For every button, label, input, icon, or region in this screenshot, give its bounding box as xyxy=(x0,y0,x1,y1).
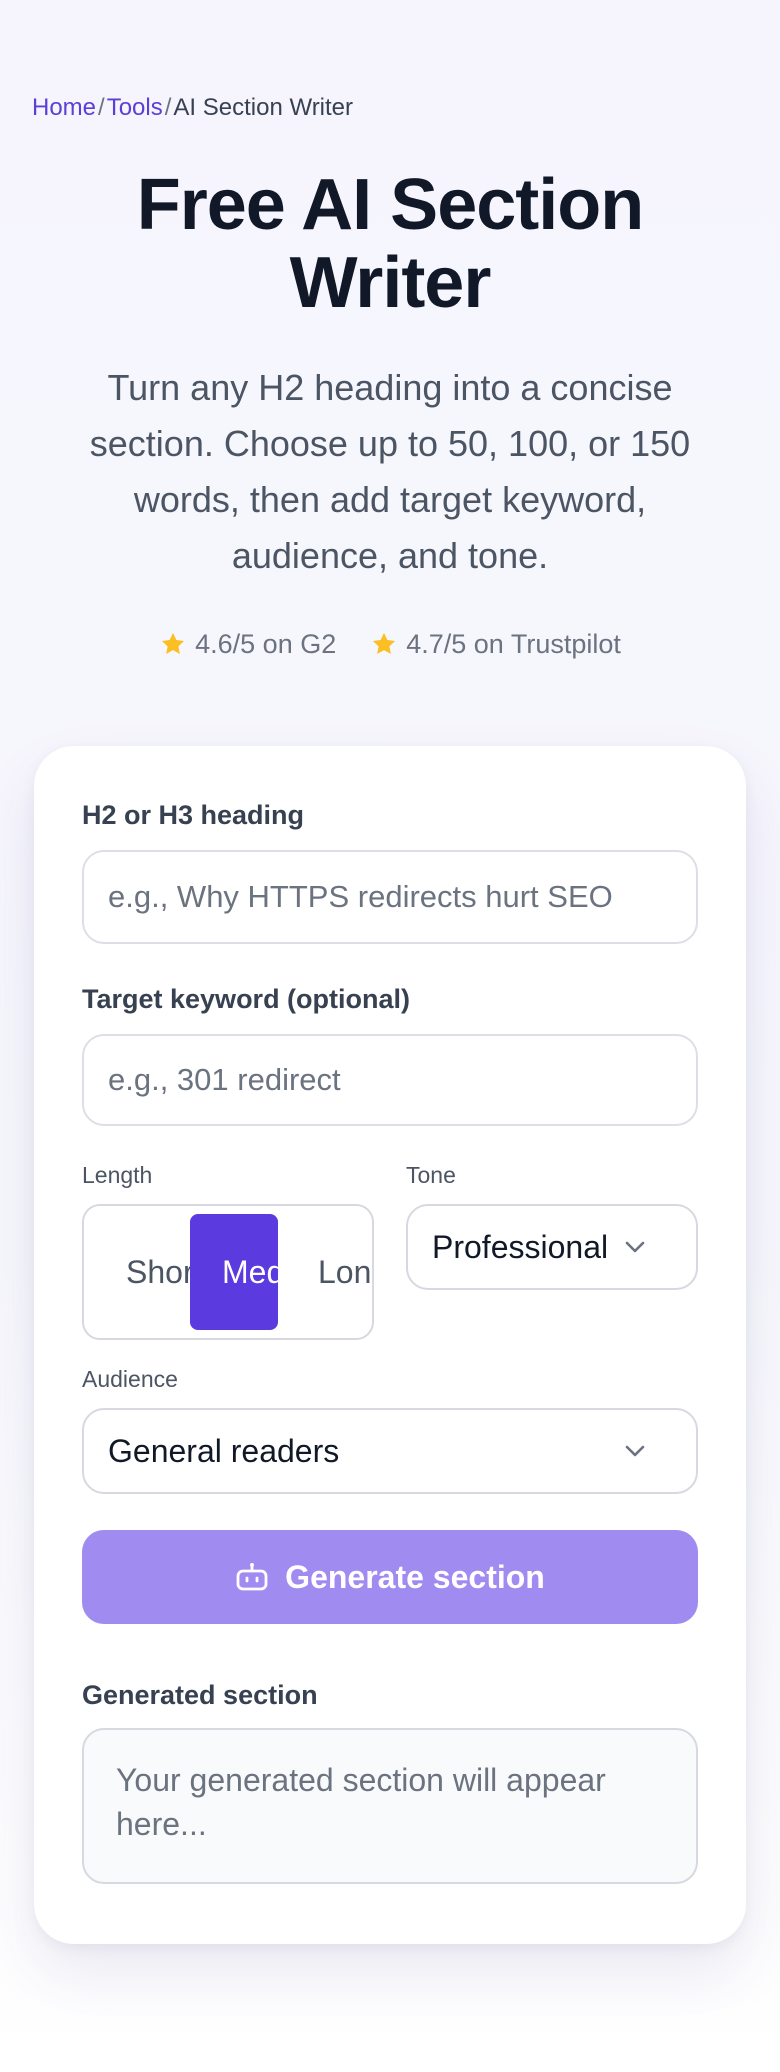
breadcrumb: Home / Tools / AI Section Writer xyxy=(32,92,353,124)
rating-trustpilot-text: 4.7/5 on Trustpilot xyxy=(406,629,621,659)
section-writer-form: H2 or H3 heading Target keyword (optiona… xyxy=(34,746,746,1944)
page-title: Free AI Section Writer xyxy=(136,165,644,323)
chevron-down-icon xyxy=(625,1241,645,1253)
bot-icon xyxy=(236,1563,268,1591)
tone-label: Tone xyxy=(406,1162,456,1188)
heading-input[interactable] xyxy=(82,850,698,944)
breadcrumb-current: AI Section Writer xyxy=(173,94,354,121)
breadcrumb-separator: / xyxy=(98,94,105,121)
breadcrumb-home-link[interactable]: Home xyxy=(32,92,96,124)
output-label: Generated section xyxy=(82,1680,318,1710)
length-label: Length xyxy=(82,1162,153,1188)
length-option-short[interactable]: Short xyxy=(126,1206,190,1338)
rating-g2: 4.6/5 on G2 xyxy=(159,626,336,662)
page-subtitle: Turn any H2 heading into a concise secti… xyxy=(89,367,691,576)
tone-select-value: Professional xyxy=(432,1228,609,1265)
generate-section-button[interactable]: Generate section xyxy=(82,1530,698,1624)
keyword-input[interactable] xyxy=(82,1034,698,1126)
heading-field-label: H2 or H3 heading xyxy=(82,800,305,830)
audience-select-value: General readers xyxy=(108,1432,340,1469)
audience-label: Audience xyxy=(82,1366,178,1392)
length-option-medium[interactable]: Medium xyxy=(190,1214,278,1330)
keyword-field-label: Target keyword (optional) xyxy=(82,984,411,1014)
tone-select[interactable]: Professional xyxy=(406,1204,698,1290)
length-option-long[interactable]: Long xyxy=(318,1206,372,1338)
breadcrumb-tools-link[interactable]: Tools xyxy=(107,92,163,124)
generate-section-button-label: Generate section xyxy=(285,1558,545,1595)
star-icon xyxy=(373,632,396,655)
length-segmented-control: Short Medium Long xyxy=(82,1204,374,1340)
rating-trustpilot: 4.7/5 on Trustpilot xyxy=(370,626,621,662)
breadcrumb-separator: / xyxy=(164,94,172,121)
generated-section-output[interactable] xyxy=(82,1728,698,1884)
chevron-down-icon xyxy=(625,1445,645,1457)
ratings-row: 4.6/5 on G2 4.7/5 on Trustpilot xyxy=(0,626,780,662)
star-icon xyxy=(162,632,185,655)
audience-select[interactable]: General readers xyxy=(82,1408,698,1494)
rating-g2-text: 4.6/5 on G2 xyxy=(195,629,337,659)
